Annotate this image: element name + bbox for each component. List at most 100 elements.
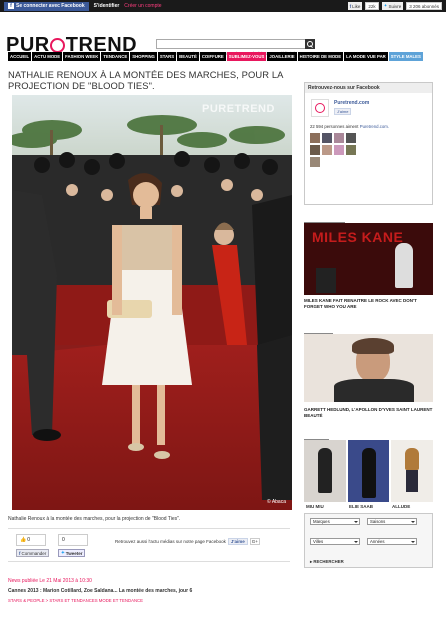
nav-item-la-mode-vue-par[interactable]: LA MODE VUE PAR <box>344 52 388 61</box>
tweet-label: Tweeter <box>65 550 83 556</box>
defile-name-allude[interactable]: ALLUDE <box>390 504 433 509</box>
singer-figure <box>395 243 413 288</box>
defile-allude[interactable] <box>391 440 434 502</box>
fan-avatar[interactable] <box>334 145 344 155</box>
fan-avatar[interactable] <box>310 157 320 167</box>
nav-item-coiffure[interactable]: COIFFURE <box>199 52 226 61</box>
search-button[interactable]: ▸ RECHERCHER <box>310 559 344 565</box>
nav-item-fashion-week[interactable]: FASHION WEEK <box>63 52 101 61</box>
nav-item-histoire-de-mode[interactable]: HISTOIRE DE MODE <box>297 52 344 61</box>
search-button-label: RECHERCHER <box>313 559 344 564</box>
nav-item-beaute[interactable]: BEAUTÉ <box>177 52 199 61</box>
annees-select[interactable]: Années <box>367 538 417 545</box>
fans-avatars <box>310 133 356 167</box>
defile-search-box: Marques Saisons Villes Années ▸ RECHERCH… <box>304 513 433 568</box>
fan-avatar[interactable] <box>310 133 320 143</box>
facebook-fans-text: 22 594 personnes aiment Puretrend.com. <box>310 124 389 129</box>
facebook-like-button[interactable]: f Like <box>347 2 363 10</box>
follow-like-button[interactable]: J'aime <box>227 538 248 545</box>
defile-name-miu-miu[interactable]: MIU MIU <box>304 504 347 509</box>
garrett-hedlund-image[interactable] <box>304 334 433 402</box>
defiles-names: MIU MIU ELIE SAAB ALLUDE <box>304 504 433 509</box>
defile-miu-miu[interactable] <box>304 440 346 502</box>
facebook-follow-block: Retrouvez aussi l'actu médias sur notre … <box>115 538 260 545</box>
facebook-page-name[interactable]: Puretrend.com <box>334 100 369 106</box>
chevron-down-icon <box>411 541 415 543</box>
photo-watermark: PURETREND <box>202 103 275 115</box>
portrait-shoulders <box>334 379 414 402</box>
facebook-page-like-button[interactable]: J'aime <box>334 108 352 115</box>
fans-count: 22 594 personnes aiment <box>310 124 359 129</box>
fan-avatar[interactable] <box>334 133 344 143</box>
twitter-icon: ✦ <box>383 3 388 8</box>
facebook-box-header: Retrouvez-nous sur Facebook <box>305 83 432 93</box>
nav-item-style-males[interactable]: STYLE MALES <box>388 52 423 61</box>
facebook-share-button[interactable]: f Commander <box>16 549 50 557</box>
photo-credit: © Abaca <box>267 499 286 505</box>
puretrend-page-avatar[interactable] <box>311 99 329 117</box>
facebook-icon: f <box>8 3 14 9</box>
news-meta: News publiée Le 21 Mai 2013 à 10:30 <box>8 578 92 584</box>
nav-item-tendance[interactable]: TENDANCE <box>101 52 130 61</box>
villes-select-value: Villes <box>313 539 324 544</box>
article-photo[interactable]: PURETREND © Abaca <box>12 95 292 510</box>
fan-avatar[interactable] <box>322 145 332 155</box>
nav-item-sublimez-vous[interactable]: SUBLIMEZ-VOUS <box>226 52 267 61</box>
facebook-share-icon: f <box>19 550 21 556</box>
gplus-button[interactable]: G+ <box>249 538 260 545</box>
chevron-down-icon <box>411 521 415 523</box>
share-bar: 👍 0 0 f Commander ✦ Tweeter Retrouvez au… <box>8 528 290 562</box>
facebook-share-label: Commander <box>21 550 47 556</box>
nav-item-shopping[interactable]: SHOPPING <box>130 52 157 61</box>
defile-name-elie-saab[interactable]: ELIE SAAB <box>347 504 390 509</box>
thumb-up-icon: 👍 <box>20 537 27 543</box>
section2-caption[interactable]: GARRETT HEDLUND, L'APOLLON D'YVES SAINT … <box>304 407 433 418</box>
portrait-hair <box>352 338 394 354</box>
defiles-images <box>304 440 434 502</box>
article-title: NATHALIE RENOUX À LA MONTÉE DES MARCHES,… <box>8 69 283 91</box>
chevron-down-icon <box>354 521 358 523</box>
miles-kane-image[interactable]: MILES KANE <box>304 223 433 295</box>
saisons-select[interactable]: Saisons <box>367 518 417 525</box>
marques-select-value: Marques <box>313 519 330 524</box>
nav-item-stars[interactable]: STARS <box>157 52 177 61</box>
follow-text: Retrouvez aussi l'actu médias sur notre … <box>115 539 226 544</box>
facebook-connect-label: Se connecter avec Facebook <box>16 3 85 9</box>
section1-caption[interactable]: MILES KANE FAIT RENAITRE LE ROCK AVEC DO… <box>304 298 433 309</box>
like-label: Like <box>352 3 361 9</box>
create-account-link[interactable]: Créer un compte <box>124 3 161 9</box>
news-tags[interactable]: STARS & PEOPLE > STARS ET TENDANCES MODE… <box>8 598 143 603</box>
tweet-button[interactable]: ✦ Tweeter <box>58 549 86 557</box>
search-icon[interactable] <box>305 39 315 49</box>
marques-select[interactable]: Marques <box>310 518 360 525</box>
facebook-box: Retrouvez-nous sur Facebook Puretrend.co… <box>304 82 433 205</box>
social-counters: f Like 22k ✦ Suivre 3 206 abonnés <box>347 2 442 10</box>
villes-select[interactable]: Villes <box>310 538 360 545</box>
saisons-select-value: Saisons <box>370 519 386 524</box>
facebook-small-icon: f <box>349 3 352 9</box>
fan-avatar[interactable] <box>346 145 356 155</box>
facebook-like-count: 22k <box>365 2 379 10</box>
search-input[interactable] <box>156 39 315 49</box>
related-news-link[interactable]: Cannes 2013 : Marion Cotillard, Zoe Sald… <box>8 588 192 594</box>
chevron-down-icon <box>354 541 358 543</box>
defile-elie-saab[interactable] <box>347 440 390 502</box>
site-header: PURTREND Marques Créateurs Mannequins Ég… <box>0 12 446 56</box>
facebook-connect-button[interactable]: f Se connecter avec Facebook <box>4 1 89 11</box>
top-bar: f Se connecter avec Facebook S'identifie… <box>0 0 446 12</box>
twitter-bird-icon: ✦ <box>61 550 65 555</box>
nav-item-joaillerie[interactable]: JOAILLERIE <box>267 52 297 61</box>
fan-avatar[interactable] <box>310 145 320 155</box>
nav-item-actu-mode[interactable]: ACTU MODE <box>32 52 63 61</box>
fans-link[interactable]: Puretrend.com. <box>360 124 389 129</box>
twitter-label: Suivre <box>388 3 402 9</box>
like-counter: 👍 0 <box>16 534 46 546</box>
fan-avatar[interactable] <box>346 133 356 143</box>
nav-item-accueil[interactable]: ACCUEIL <box>8 52 32 61</box>
photo-caption: Nathalie Renoux à la montée des marches,… <box>8 516 181 522</box>
fan-avatar[interactable] <box>322 133 332 143</box>
signin-link[interactable]: S'identifier <box>94 3 120 9</box>
red-carpet-photo <box>12 95 292 510</box>
twitter-follow-button[interactable]: ✦ Suivre <box>381 2 404 10</box>
twitter-follower-count: 3 206 abonnés <box>406 2 442 10</box>
